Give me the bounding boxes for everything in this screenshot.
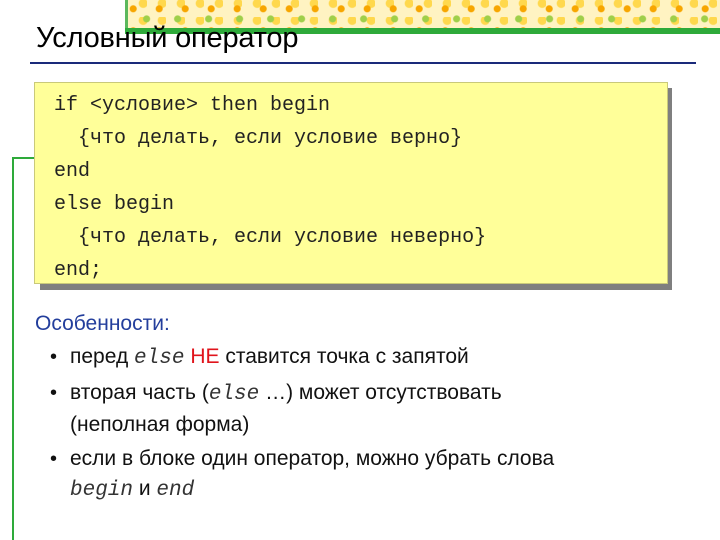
left-bracket-line xyxy=(12,157,14,540)
feature-item: • если в блоке один оператор, можно убра… xyxy=(48,444,708,506)
code-line: end xyxy=(54,160,91,183)
slide-title: Условный оператор xyxy=(36,22,299,54)
feature-text: и xyxy=(133,477,157,500)
code-line: if <условие> then begin xyxy=(54,94,331,117)
features-heading: Особенности: xyxy=(35,312,170,335)
code-line: end; xyxy=(54,259,103,282)
feature-text: перед xyxy=(70,345,135,368)
code-box: if <условие> then begin {что делать, есл… xyxy=(34,82,668,284)
feature-item: • перед else НЕ ставится точка с запятой xyxy=(48,342,708,374)
title-underline xyxy=(30,62,696,64)
keyword-else: else xyxy=(208,383,260,406)
feature-text: если в блоке один оператор, можно убрать… xyxy=(70,447,555,470)
emphasis-not: НЕ xyxy=(190,345,220,368)
features-list: • перед else НЕ ставится точка с запятой… xyxy=(48,342,708,510)
code-line: else begin xyxy=(54,193,175,216)
keyword-end: end xyxy=(156,479,195,502)
feature-text: …) может отсутствовать xyxy=(259,381,502,404)
bullet-icon: • xyxy=(50,448,58,470)
bullet-icon: • xyxy=(50,346,58,368)
feature-text: (неполная форма) xyxy=(70,413,250,436)
feature-item: • вторая часть (else …) может отсутствов… xyxy=(48,378,708,440)
feature-text: вторая часть ( xyxy=(70,381,209,404)
code-line: {что делать, если условие верно} xyxy=(54,127,463,150)
keyword-else: else xyxy=(134,347,185,370)
code-line: {что делать, если условие неверно} xyxy=(54,226,487,249)
bullet-icon: • xyxy=(50,382,58,404)
feature-text: ставится точка с запятой xyxy=(219,345,469,368)
keyword-begin: begin xyxy=(70,479,134,502)
